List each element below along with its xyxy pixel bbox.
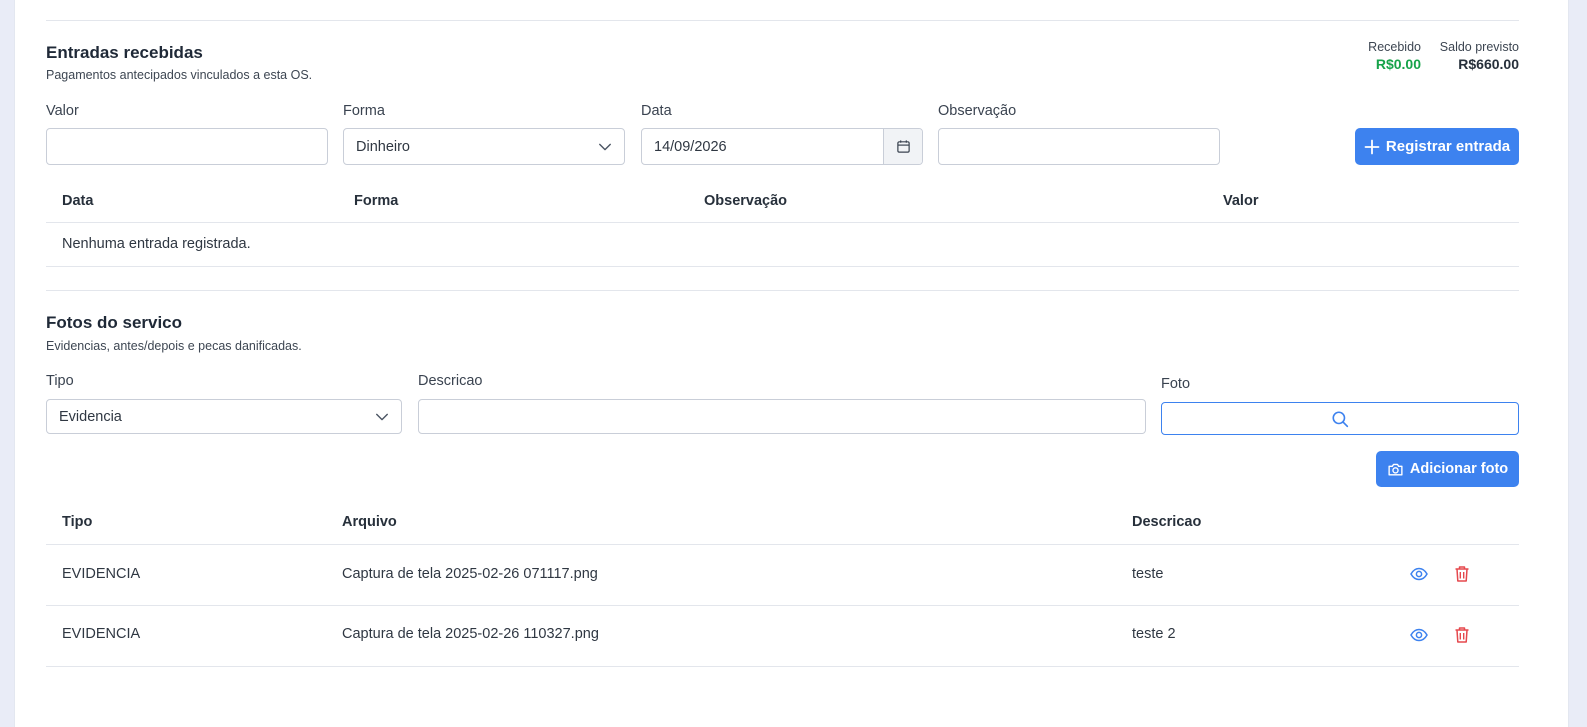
data-input-value: 14/09/2026 [654,138,727,155]
registrar-entrada-button[interactable]: Registrar entrada [1355,128,1519,165]
recebido-value: R$0.00 [1375,56,1421,72]
fotos-title: Fotos do servico [46,313,183,332]
empty-table-message: Nenhuma entrada registrada. [62,236,251,252]
entradas-title: Entradas recebidas [46,43,203,62]
row-descricao: teste [1132,566,1164,582]
calendar-icon [896,140,910,153]
fotos-subtitle: Evidencias, antes/depois e pecas danific… [46,339,302,353]
chevron-down-icon [599,143,611,151]
row-arquivo: Captura de tela 2025-02-26 110327.png [342,626,599,642]
table-bottom-divider [46,666,1519,667]
row-descricao: teste 2 [1132,626,1176,642]
adicionar-foto-button[interactable]: Adicionar foto [1376,451,1519,487]
content-card: Entradas recebidas Pagamentos antecipado… [14,0,1569,727]
plus-icon [1364,139,1380,154]
top-divider [46,20,1519,21]
valor-label: Valor [46,103,79,119]
saldo-stat: Saldo previsto R$660.00 [1427,40,1519,72]
table-row: EVIDENCIA Captura de tela 2025-02-26 110… [46,606,1519,666]
col-header-arquivo: Arquivo [342,514,397,530]
col-header-data: Data [62,193,94,209]
trash-icon[interactable] [1452,564,1472,584]
col-header-valor: Valor [1223,193,1259,209]
col-header-forma: Forma [354,193,399,209]
table-header-divider [46,222,1519,223]
saldo-value: R$660.00 [1458,56,1519,72]
trash-icon[interactable] [1452,625,1472,645]
section-divider [46,290,1519,291]
valor-input[interactable] [46,128,328,165]
row-tipo: EVIDENCIA [62,626,141,642]
search-icon [1332,410,1349,427]
observacao-label: Observação [938,103,1017,119]
calendar-button[interactable] [883,129,922,164]
col-header-observacao: Observação [704,193,788,209]
table-bottom-divider [46,266,1519,267]
eye-icon[interactable] [1409,564,1429,584]
recebido-label: Recebido [1368,40,1421,54]
registrar-entrada-label: Registrar entrada [1385,138,1511,155]
saldo-label: Saldo previsto [1439,40,1519,54]
entradas-subtitle: Pagamentos antecipados vinculados a esta… [46,68,313,82]
data-label: Data [641,103,672,119]
tipo-select[interactable]: Evidencia [46,399,402,434]
forma-select[interactable]: Dinheiro [343,128,625,165]
descricao-input[interactable] [418,399,1146,434]
row-arquivo: Captura de tela 2025-02-26 071117.png [342,566,598,582]
recebido-stat: Recebido R$0.00 [1355,40,1421,72]
forma-select-value: Dinheiro [356,138,410,155]
chevron-down-icon [376,413,388,421]
camera-icon [1388,463,1403,476]
eye-icon[interactable] [1409,625,1429,645]
row-tipo: EVIDENCIA [62,566,141,582]
table-row: EVIDENCIA Captura de tela 2025-02-26 071… [46,545,1519,605]
observacao-input[interactable] [938,128,1220,165]
descricao-label: Descricao [418,373,483,389]
foto-label: Foto [1161,376,1191,392]
col-header-descricao: Descricao [1132,514,1202,530]
foto-file-input[interactable] [1161,402,1519,435]
tipo-label: Tipo [46,373,74,389]
tipo-select-value: Evidencia [59,408,122,425]
data-input[interactable]: 14/09/2026 [641,128,923,165]
col-header-tipo: Tipo [62,514,93,530]
forma-label: Forma [343,103,385,119]
adicionar-foto-label: Adicionar foto [1409,461,1509,477]
